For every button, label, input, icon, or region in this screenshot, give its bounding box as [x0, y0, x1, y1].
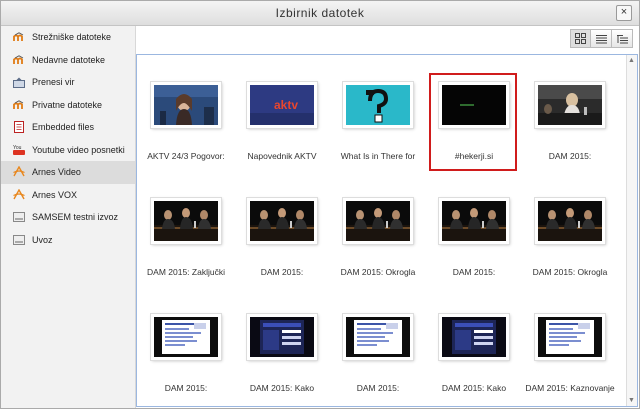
file-name: DAM 2015: Zaključki — [147, 267, 225, 277]
file-name: Napovednik AKTV — [247, 151, 317, 161]
arnes-icon — [13, 166, 25, 178]
toolbar — [136, 26, 639, 53]
sidebar-item-arnes-video[interactable]: Arnes Video — [1, 161, 135, 184]
video-thumbnail[interactable] — [343, 314, 413, 360]
video-thumbnail[interactable] — [343, 82, 413, 128]
video-thumbnail[interactable] — [151, 198, 221, 244]
moodle-icon — [13, 31, 25, 43]
file-name: AKTV 24/3 Pogovor: — [147, 151, 225, 161]
aktv-logo-text: aktv — [274, 98, 298, 112]
file-name: DAM 2015: Kaznovanje — [525, 383, 615, 393]
file-picker-dialog: Izbirnik datotek × Strežniške datoteke Ne… — [0, 0, 640, 409]
sidebar-item-uvoz[interactable]: Uvoz — [1, 229, 135, 252]
vertical-scrollbar[interactable]: ▲ ▼ — [626, 55, 637, 406]
video-thumbnail[interactable] — [535, 314, 605, 360]
video-thumbnail[interactable]: aktv — [247, 82, 317, 128]
video-thumbnail[interactable] — [535, 198, 605, 244]
sidebar-item-embedded-files[interactable]: Embedded files — [1, 116, 135, 139]
file-name: DAM 2015: — [260, 267, 304, 277]
file-browser: ▲ ▼ AKTV 24/3 Pogovor: aktv Napovednik AKT… — [136, 26, 639, 408]
selection-highlight — [429, 73, 517, 171]
sidebar-item-label: Privatne datoteke — [32, 99, 103, 110]
sidebar-item-stre-ni-ke-datoteke[interactable]: Strežniške datoteke — [1, 26, 135, 49]
sidebar-item-label: Prenesi vir — [32, 77, 75, 88]
sidebar-item-label: Strežniške datoteke — [32, 32, 112, 43]
upload-icon — [13, 76, 25, 88]
list-icon — [595, 34, 607, 43]
drive-icon — [13, 211, 25, 223]
dialog-title: Izbirnik datotek — [275, 6, 365, 20]
list-view-button[interactable] — [591, 29, 612, 48]
sidebar-item-label: Arnes Video — [32, 167, 81, 178]
file-name: DAM 2015: — [548, 151, 592, 161]
document-icon — [13, 121, 25, 134]
file-name: DAM 2015: Okrogla — [340, 267, 416, 277]
view-switcher — [570, 29, 633, 48]
file-name: DAM 2015: — [452, 267, 496, 277]
sidebar-item-label: Embedded files — [32, 122, 95, 133]
video-thumbnail[interactable] — [151, 314, 221, 360]
file-grid: ▲ ▼ AKTV 24/3 Pogovor: aktv Napovednik AKT… — [136, 54, 638, 407]
video-thumbnail[interactable] — [247, 198, 317, 244]
sidebar-item-privatne-datoteke[interactable]: Privatne datoteke — [1, 94, 135, 117]
file-name: DAM 2015: — [356, 383, 400, 393]
tree-view-button[interactable] — [612, 29, 633, 48]
file-name: DAM 2015: Kako — [249, 383, 315, 393]
file-name: DAM 2015: Okrogla — [532, 267, 608, 277]
file-name: DAM 2015: Kako — [441, 383, 507, 393]
file-name: DAM 2015: — [164, 383, 208, 393]
icons-view-button[interactable] — [570, 29, 591, 48]
sidebar-item-samsem-testni-izvoz[interactable]: SAMSEM testni izvoz — [1, 206, 135, 229]
video-thumbnail[interactable] — [439, 198, 509, 244]
scroll-up-icon[interactable]: ▲ — [628, 57, 635, 64]
sidebar-item-nedavne-datoteke[interactable]: Nedavne datoteke — [1, 49, 135, 72]
video-thumbnail[interactable] — [439, 314, 509, 360]
sidebar-item-label: Nedavne datoteke — [32, 54, 106, 65]
video-thumbnail[interactable] — [343, 198, 413, 244]
moodle-icon — [13, 99, 25, 111]
video-thumbnail[interactable] — [535, 82, 605, 128]
tree-icon — [616, 34, 628, 43]
drive-icon — [13, 234, 25, 246]
repository-sidebar: Strežniške datoteke Nedavne datoteke Prene… — [1, 26, 136, 408]
arnes-icon — [13, 188, 25, 201]
video-thumbnail[interactable] — [151, 82, 221, 128]
sidebar-item-label: Arnes VOX — [32, 189, 78, 200]
sidebar-item-label: Uvoz — [32, 234, 53, 245]
sidebar-item-arnes-vox[interactable]: Arnes VOX — [1, 184, 135, 207]
dialog-titlebar: Izbirnik datotek × — [1, 1, 639, 26]
close-icon[interactable]: × — [616, 5, 632, 21]
sidebar-item-prenesi-vir[interactable]: Prenesi vir — [1, 71, 135, 94]
moodle-icon — [13, 54, 25, 66]
file-name: What Is in There for — [340, 151, 416, 161]
sidebar-item-label: Youtube video posnetki — [32, 144, 125, 155]
scroll-down-icon[interactable]: ▼ — [628, 397, 635, 404]
sidebar-item-youtube-video-posnetki[interactable]: You Youtube video posnetki — [1, 139, 135, 162]
youtube-icon: You — [13, 144, 25, 156]
grid-icon — [575, 33, 586, 44]
video-thumbnail[interactable] — [247, 314, 317, 360]
sidebar-item-label: SAMSEM testni izvoz — [32, 212, 119, 223]
